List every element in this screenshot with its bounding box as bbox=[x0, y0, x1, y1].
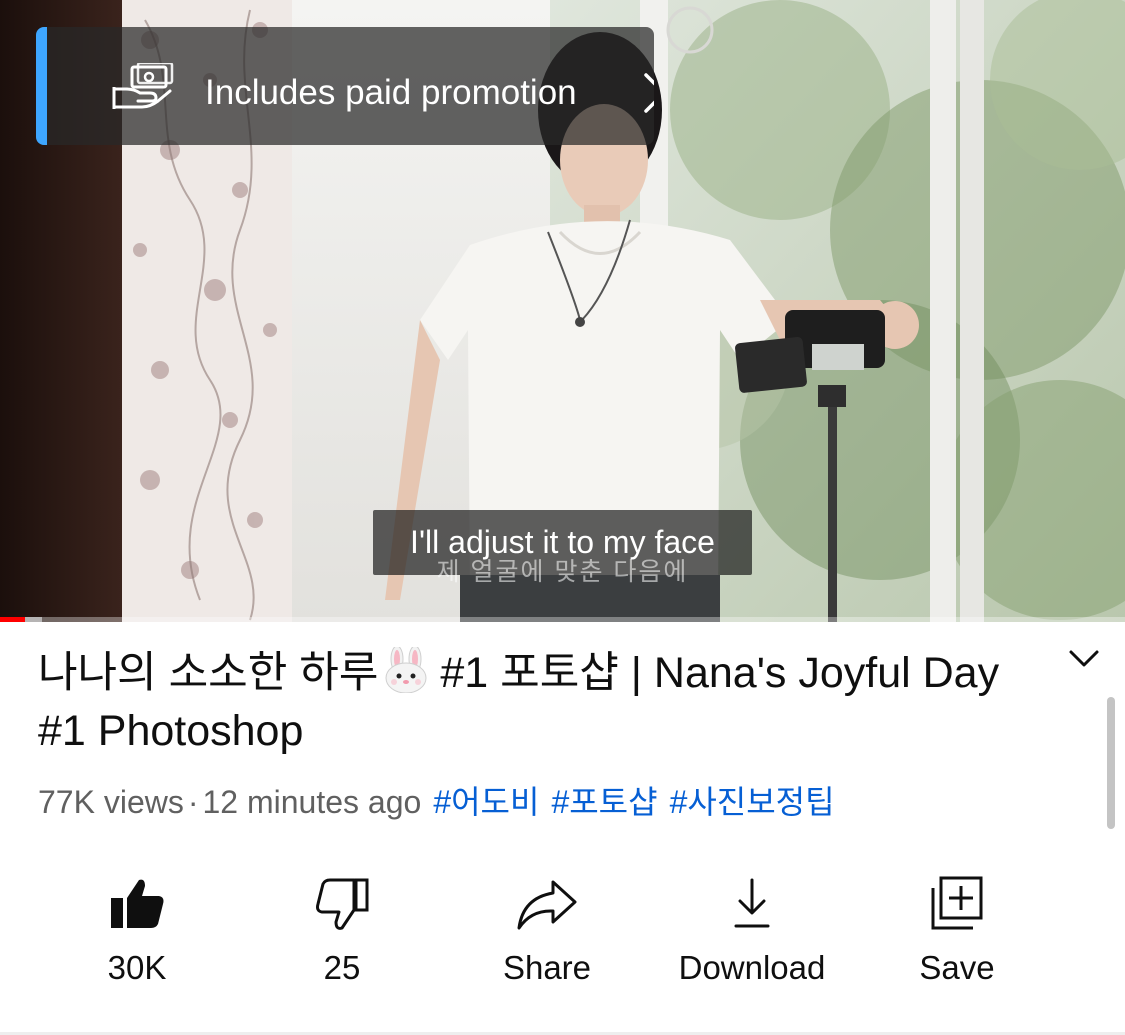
progress-buffered bbox=[25, 617, 42, 622]
video-player[interactable]: Includes paid promotion 제 얼굴에 맞춘 다음에 I'l… bbox=[0, 0, 1125, 622]
progress-bar[interactable] bbox=[0, 617, 1125, 622]
action-bar: 30K 25 Share Download Save bbox=[0, 860, 1125, 1010]
like-button[interactable]: 30K bbox=[37, 860, 237, 1010]
like-count: 30K bbox=[107, 949, 167, 986]
upload-age: 12 minutes ago bbox=[202, 784, 422, 820]
video-title[interactable]: 나나의 소소한 하루 #1 포토샵 | Nana's Joyful Day #1… bbox=[38, 644, 1028, 760]
chevron-down-icon[interactable] bbox=[1068, 648, 1100, 670]
progress-played bbox=[0, 617, 25, 622]
download-button[interactable]: Download bbox=[652, 860, 852, 1010]
meta-separator: · bbox=[187, 784, 199, 820]
paid-promotion-icon bbox=[112, 63, 174, 109]
scrollbar-thumb[interactable] bbox=[1107, 697, 1115, 829]
view-count: 77K views bbox=[38, 784, 184, 820]
video-metadata[interactable]: 77K views · 12 minutes ago #어도비 #포토샵 #사진보정팁 bbox=[38, 782, 835, 822]
hashtag-link[interactable]: #포토샵 bbox=[551, 784, 657, 820]
share-arrow-icon bbox=[517, 880, 577, 930]
chevron-right-icon bbox=[644, 73, 654, 113]
download-label: Download bbox=[678, 949, 826, 986]
save-playlist-icon bbox=[931, 876, 983, 930]
closed-caption: I'll adjust it to my face bbox=[410, 524, 715, 560]
promo-accent-bar bbox=[36, 27, 47, 145]
save-label: Save bbox=[919, 949, 995, 986]
thumbs-down-icon bbox=[316, 878, 369, 930]
hashtag-link[interactable]: #사진보정팁 bbox=[670, 784, 835, 820]
paid-promotion-banner[interactable]: Includes paid promotion bbox=[36, 27, 654, 145]
share-label: Share bbox=[502, 949, 592, 986]
thumbs-up-filled-icon bbox=[111, 879, 164, 928]
download-icon bbox=[734, 878, 770, 928]
save-button[interactable]: Save bbox=[857, 860, 1057, 1010]
video-title-korean: 나나의 소소한 하루 bbox=[38, 649, 379, 697]
dislike-button[interactable]: 25 bbox=[242, 860, 442, 1010]
dislike-count: 25 bbox=[323, 949, 361, 986]
share-button[interactable]: Share bbox=[447, 860, 647, 1010]
rabbit-face-icon bbox=[385, 647, 427, 693]
paid-promotion-label: Includes paid promotion bbox=[205, 73, 577, 112]
hashtag-link[interactable]: #어도비 bbox=[433, 784, 539, 820]
